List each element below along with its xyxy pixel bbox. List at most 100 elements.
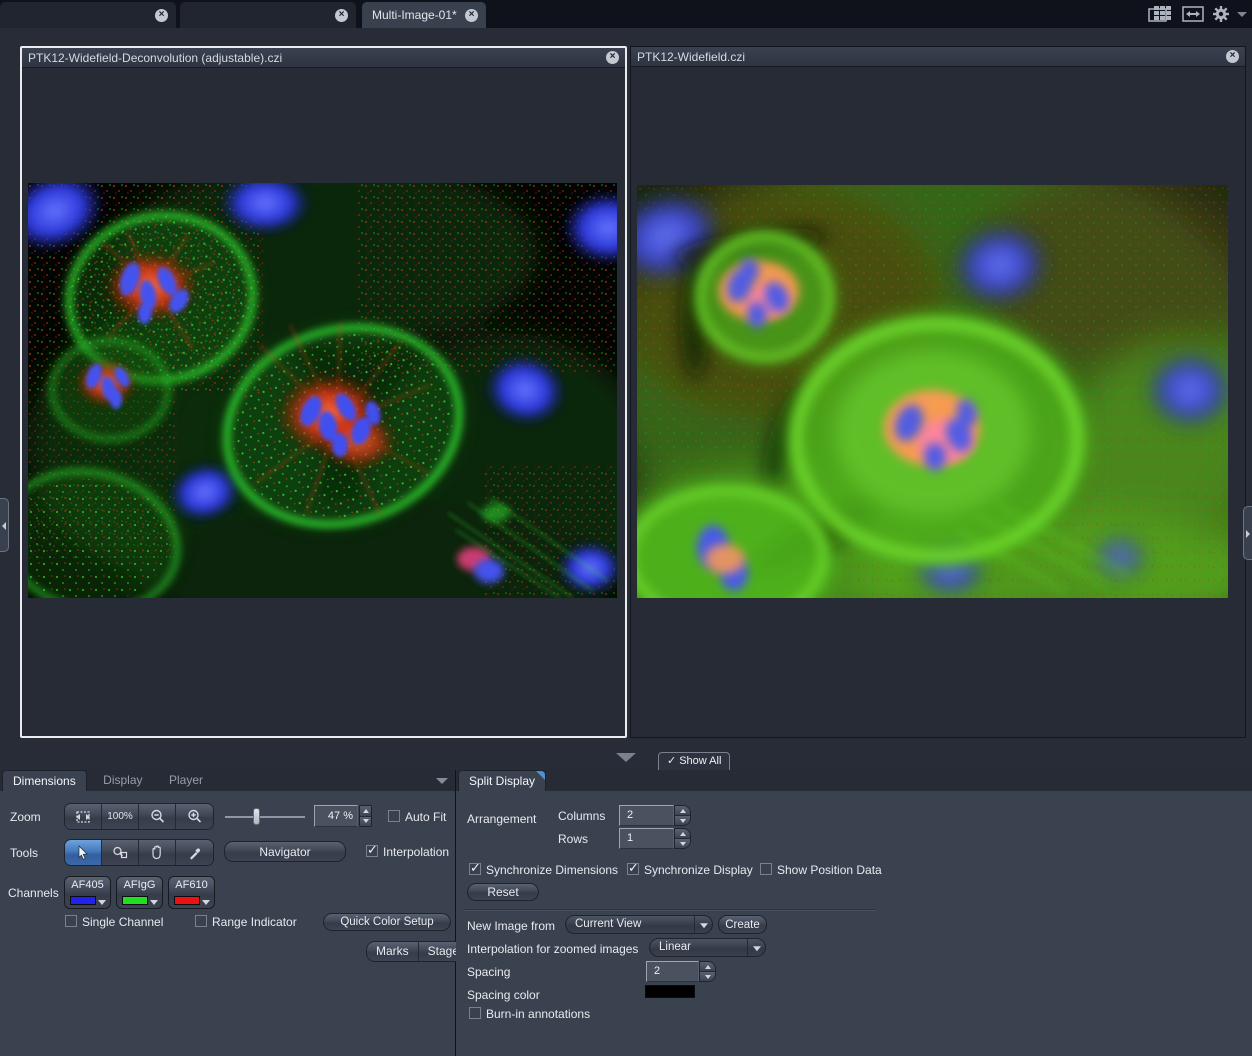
chevron-down-icon[interactable] [436, 778, 448, 784]
single-channel-label: Single Channel [82, 915, 163, 929]
columns-field[interactable]: 2 [619, 805, 674, 826]
new-image-source-dropdown[interactable]: Current View [565, 915, 713, 934]
channel-af405-button[interactable]: AF405 [64, 876, 111, 909]
single-channel-checkbox[interactable] [65, 915, 77, 927]
zoom-slider-thumb[interactable] [253, 808, 260, 825]
tab-split-display[interactable]: Split Display [458, 770, 546, 791]
spacing-color-label: Spacing color [467, 988, 540, 1002]
stepper-down-button[interactable] [360, 816, 371, 827]
synchronize-dimensions-label: Synchronize Dimensions [486, 863, 618, 877]
stepper-up-button[interactable] [700, 962, 715, 971]
close-icon[interactable]: × [465, 9, 478, 22]
widefield-micrograph[interactable] [637, 185, 1228, 598]
stepper-down-button[interactable] [675, 838, 690, 848]
multi-image-viewer: PTK12-Widefield-Deconvolution (adjustabl… [0, 28, 1252, 770]
layout-grid-icon[interactable] [1148, 5, 1172, 23]
channel-af610-button[interactable]: AF610 [168, 876, 215, 909]
range-indicator-label: Range Indicator [212, 915, 297, 929]
eyedropper-tool-button[interactable] [176, 840, 213, 865]
close-icon[interactable]: × [606, 51, 619, 64]
auto-fit-checkbox[interactable] [388, 810, 400, 822]
fit-to-view-button[interactable] [65, 804, 102, 829]
document-tab-multi-image[interactable]: Multi-Image-01* × [362, 2, 486, 28]
image-panel-deconvolution[interactable]: PTK12-Widefield-Deconvolution (adjustabl… [20, 46, 627, 738]
stepper-up-button[interactable] [360, 806, 371, 816]
tab-player[interactable]: Player [159, 770, 213, 791]
left-dock-expander[interactable] [0, 498, 9, 552]
zoom-button-group: 100% [64, 803, 214, 830]
navigator-button[interactable]: Navigator [224, 841, 346, 862]
channel-name: AF405 [65, 879, 110, 891]
synchronize-display-label: Synchronize Display [644, 863, 753, 877]
swap-views-icon[interactable] [1182, 5, 1204, 23]
show-all-toggle[interactable]: ✓Show All [658, 752, 730, 770]
burn-in-annotations-label: Burn-in annotations [486, 1007, 590, 1021]
zoom-slider-track[interactable] [225, 816, 305, 818]
auto-fit-label: Auto Fit [405, 810, 446, 824]
chevron-down-icon [747, 939, 765, 956]
zoom-value-field[interactable]: 47 % [314, 805, 358, 827]
create-button[interactable]: Create [718, 915, 767, 934]
deconvolved-micrograph[interactable] [28, 183, 617, 598]
burn-in-annotations-checkbox[interactable] [469, 1007, 481, 1019]
chevron-down-icon[interactable] [150, 900, 158, 905]
dropdown-value: Current View [566, 916, 694, 933]
rows-field[interactable]: 1 [619, 828, 674, 849]
document-tab-2[interactable]: × [180, 2, 356, 28]
pointer-tool-button[interactable] [65, 840, 102, 865]
split-display-panel: Split Display Arrangement Columns 2 Rows… [456, 770, 1252, 1056]
stepper-down-button[interactable] [700, 971, 715, 981]
marks-button[interactable]: Marks [367, 942, 418, 961]
collapse-dock-chevron[interactable] [616, 753, 636, 762]
quick-color-setup-button[interactable]: Quick Color Setup [323, 913, 451, 931]
close-icon[interactable]: × [155, 9, 168, 22]
chevron-down-icon [694, 916, 712, 933]
synchronize-dimensions-checkbox[interactable]: ✓ [469, 863, 481, 875]
region-zoom-tool-button[interactable] [102, 840, 139, 865]
synchronize-display-checkbox[interactable]: ✓ [627, 863, 639, 875]
tab-display[interactable]: Display [93, 770, 152, 791]
tab-dimensions[interactable]: Dimensions [2, 770, 87, 791]
stepper-down-button[interactable] [675, 815, 690, 825]
right-dock-expander[interactable] [1243, 506, 1252, 560]
general-controls-panel: Dimensions Display Player Zoom 100% [0, 770, 455, 1056]
settings-gear-icon[interactable] [1211, 4, 1231, 24]
check-icon: ✓ [628, 860, 639, 876]
range-indicator-checkbox[interactable] [195, 915, 207, 927]
document-tab-1[interactable]: × [0, 2, 176, 28]
reset-button[interactable]: Reset [467, 883, 539, 901]
right-dock-tab-strip: Split Display [456, 770, 1252, 791]
spacing-field[interactable]: 2 [646, 961, 699, 982]
pan-hand-tool-button[interactable] [139, 840, 176, 865]
zoom-out-button[interactable] [139, 804, 176, 829]
tools-button-group [64, 839, 214, 866]
spacing-stepper [699, 961, 716, 982]
image-panel-header[interactable]: PTK12-Widefield.czi × [631, 47, 1245, 67]
bottom-dock: Dimensions Display Player Zoom 100% [0, 770, 1252, 1056]
image-panel-header[interactable]: PTK12-Widefield-Deconvolution (adjustabl… [22, 48, 625, 68]
show-position-data-checkbox[interactable] [760, 863, 772, 875]
image-panel-widefield[interactable]: PTK12-Widefield.czi × [630, 46, 1246, 738]
new-image-from-label: New Image from [467, 919, 555, 933]
spacing-label: Spacing [467, 965, 510, 979]
close-icon[interactable]: × [1226, 50, 1239, 63]
chevron-down-icon[interactable] [202, 900, 210, 905]
chevron-down-icon[interactable] [1237, 12, 1247, 17]
zoom-100-button[interactable]: 100% [102, 804, 139, 829]
chevron-down-icon[interactable] [98, 900, 106, 905]
zoom-in-button[interactable] [176, 804, 213, 829]
document-tab-bar: × × Multi-Image-01* × [0, 0, 1252, 28]
channel-color-swatch [122, 896, 148, 905]
section-divider [464, 909, 876, 911]
interpolation-checkbox[interactable]: ✓ [366, 845, 378, 857]
show-all-label: Show All [679, 755, 721, 767]
close-icon[interactable]: × [335, 9, 348, 22]
stepper-up-button[interactable] [675, 806, 690, 815]
stepper-up-button[interactable] [675, 829, 690, 838]
spacing-color-swatch[interactable] [645, 985, 695, 998]
check-icon: ✓ [470, 860, 481, 876]
channel-afigg-button[interactable]: AFIgG [116, 876, 163, 909]
interpolation-mode-dropdown[interactable]: Linear [649, 938, 766, 957]
channel-name: AFIgG [117, 879, 162, 891]
image-title: PTK12-Widefield-Deconvolution (adjustabl… [28, 51, 282, 65]
